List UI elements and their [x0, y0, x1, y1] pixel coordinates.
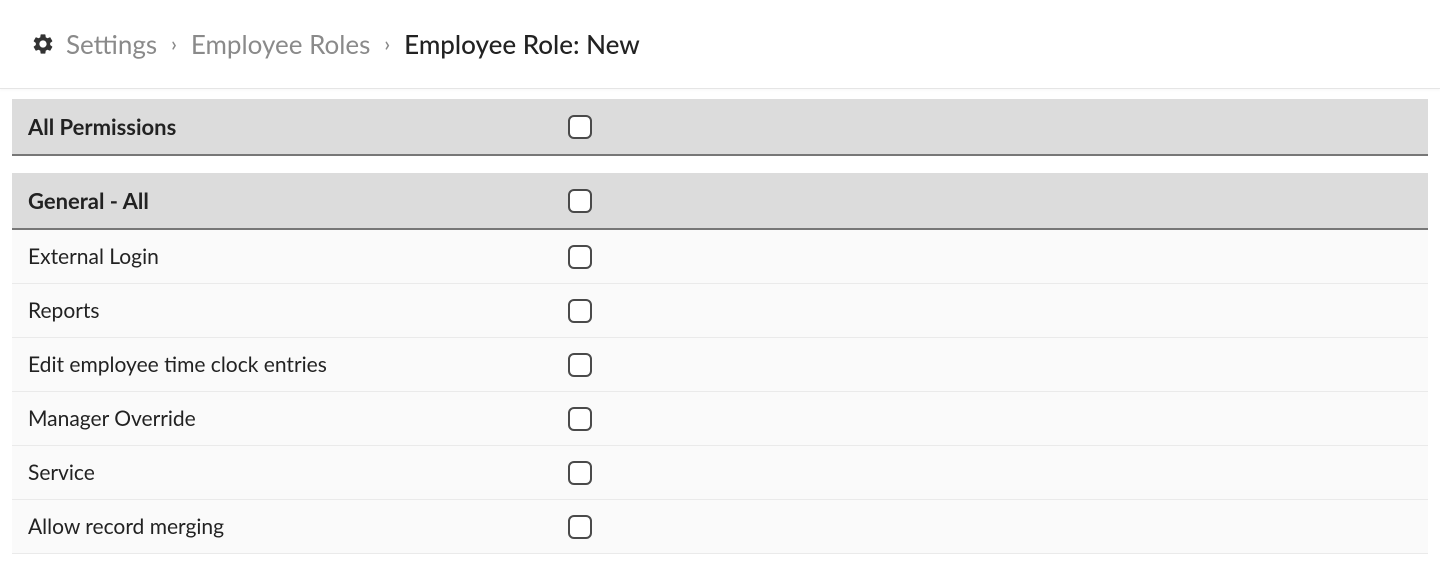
all-permissions-row: All Permissions	[12, 99, 1428, 155]
group-header-row: General - All	[12, 173, 1428, 229]
permission-checkbox-edit-time-clock[interactable]	[568, 353, 592, 377]
breadcrumb-link-settings[interactable]: Settings	[66, 28, 157, 60]
group-header-label: General - All	[12, 173, 552, 229]
permission-row: External Login	[12, 229, 1428, 284]
breadcrumb: Settings › Employee Roles › Employee Rol…	[0, 0, 1440, 89]
all-permissions-checkbox[interactable]	[568, 115, 592, 139]
permission-row: Edit employee time clock entries	[12, 338, 1428, 392]
permission-label: Service	[12, 446, 552, 500]
permission-row: Service	[12, 446, 1428, 500]
permission-label: Manager Override	[12, 392, 552, 446]
permission-label: Reports	[12, 284, 552, 338]
gear-icon	[30, 31, 56, 57]
permission-checkbox-manager-override[interactable]	[568, 407, 592, 431]
permission-checkbox-allow-record-merging[interactable]	[568, 515, 592, 539]
permissions-table: All Permissions General - All External L…	[12, 99, 1428, 554]
permission-checkbox-service[interactable]	[568, 461, 592, 485]
all-permissions-label: All Permissions	[12, 99, 552, 155]
permission-checkbox-reports[interactable]	[568, 299, 592, 323]
permission-row: Manager Override	[12, 392, 1428, 446]
permission-label: Edit employee time clock entries	[12, 338, 552, 392]
breadcrumb-current: Employee Role: New	[404, 28, 640, 60]
permission-label: External Login	[12, 229, 552, 284]
permission-row: Reports	[12, 284, 1428, 338]
permission-row: Allow record merging	[12, 500, 1428, 554]
chevron-right-icon: ›	[384, 32, 390, 56]
permission-checkbox-external-login[interactable]	[568, 245, 592, 269]
permission-label: Allow record merging	[12, 500, 552, 554]
permissions-panel: All Permissions General - All External L…	[0, 89, 1440, 554]
group-all-checkbox[interactable]	[568, 189, 592, 213]
breadcrumb-link-employee-roles[interactable]: Employee Roles	[191, 28, 371, 60]
chevron-right-icon: ›	[171, 32, 177, 56]
